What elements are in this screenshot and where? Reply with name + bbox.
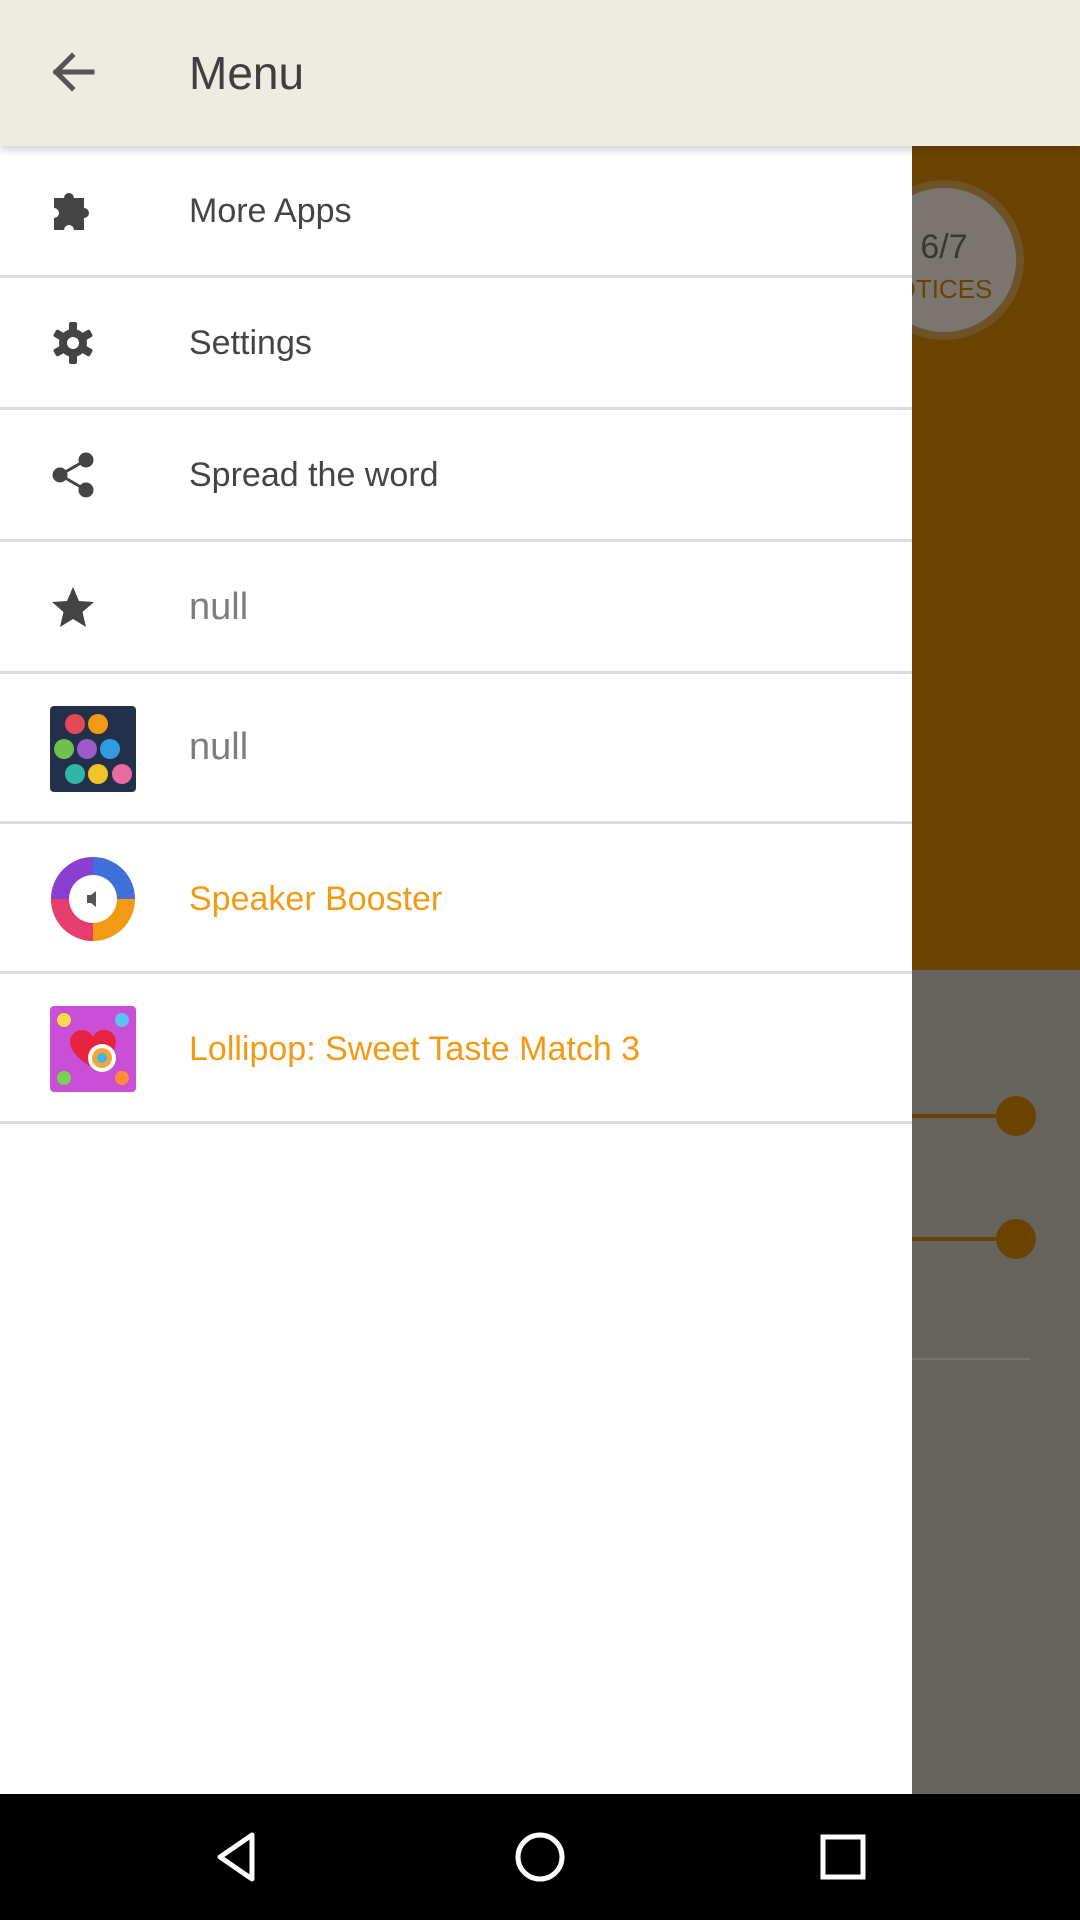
menu-item-label: More Apps xyxy=(189,192,352,230)
lollipop-candy-app-icon xyxy=(50,1006,136,1092)
nav-recents-button[interactable] xyxy=(807,1821,879,1893)
gear-icon xyxy=(53,322,93,364)
page-title: Menu xyxy=(189,47,305,99)
star-icon xyxy=(52,587,94,627)
home-circle-icon xyxy=(515,1832,565,1882)
recents-square-icon xyxy=(820,1834,866,1880)
arrow-back-icon xyxy=(52,52,95,92)
menu-item-rate[interactable]: null xyxy=(0,542,912,674)
nav-back-button[interactable] xyxy=(200,1821,272,1893)
back-triangle-icon xyxy=(217,1832,255,1882)
system-navigation-bar xyxy=(0,1794,1080,1920)
menu-item-label: null xyxy=(189,586,249,628)
menu-item-label: Spread the word xyxy=(189,456,439,494)
back-button[interactable] xyxy=(36,40,108,104)
menu-item-settings[interactable]: Settings xyxy=(0,278,912,410)
background-divider xyxy=(900,1358,1030,1360)
menu-item-lollipop-game[interactable]: Lollipop: Sweet Taste Match 3 xyxy=(0,974,912,1124)
hexagon-numbers-app-icon xyxy=(50,706,136,792)
menu-item-spread-the-word[interactable]: Spread the word xyxy=(0,410,912,542)
menu-item-speaker-booster[interactable]: Speaker Booster xyxy=(0,824,912,974)
share-icon xyxy=(52,452,94,498)
app-bar: Menu xyxy=(0,0,1080,146)
menu-item-app-hexagon[interactable]: null xyxy=(0,674,912,824)
speaker-booster-app-icon xyxy=(51,857,135,941)
background-slider-1-knob xyxy=(996,1096,1036,1136)
menu-item-label: Lollipop: Sweet Taste Match 3 xyxy=(189,1030,641,1068)
menu-item-label: null xyxy=(189,726,249,768)
navigation-drawer: More Apps Settings Spread the word null … xyxy=(0,146,912,1794)
puzzle-icon xyxy=(54,193,89,230)
menu-item-more-apps[interactable]: More Apps xyxy=(0,146,912,278)
menu-item-label: Settings xyxy=(189,324,312,362)
nav-home-button[interactable] xyxy=(504,1821,576,1893)
background-slider-2-knob xyxy=(996,1219,1036,1259)
menu-item-label: Speaker Booster xyxy=(189,880,443,918)
